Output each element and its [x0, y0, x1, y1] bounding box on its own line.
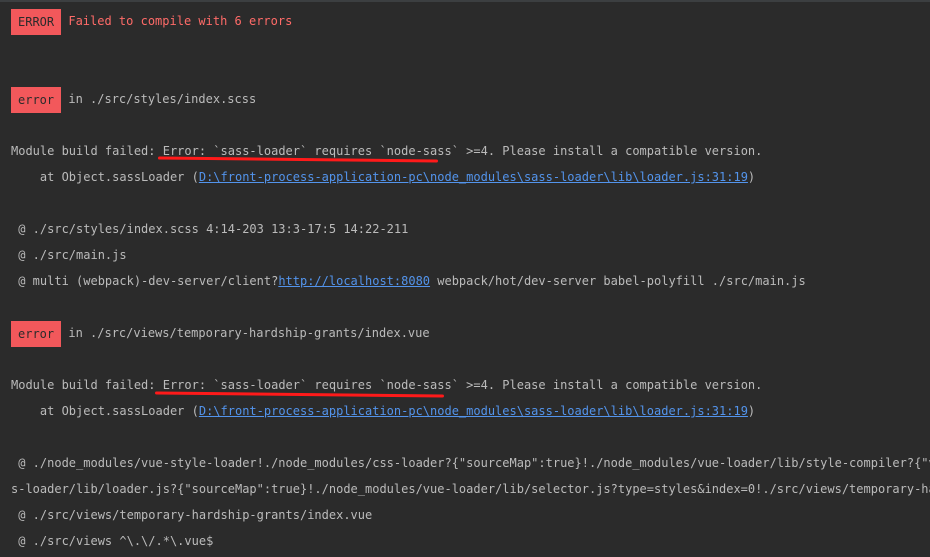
error-2-trace-3: @ ./src/views ^\.\/.*\.vue$ — [11, 534, 214, 548]
error-2-file-link[interactable]: D:\front-process-application-pc\node_mod… — [199, 404, 748, 418]
error-2-header: error in ./src/views/temporary-hardship-… — [11, 320, 430, 347]
error-1-stack-line: at Object.sassLoader (D:\front-process-a… — [11, 170, 756, 184]
error-2-stack-line: at Object.sassLoader (D:\front-process-a… — [11, 404, 756, 418]
error-2-trace-2: @ ./src/views/temporary-hardship-grants/… — [11, 508, 373, 522]
error-1-module-error: Error: `sass-loader` requires `node-sass… — [162, 144, 467, 158]
error-2-trace-1-wrap: s-loader/lib/loader.js?{"sourceMap":true… — [11, 482, 930, 496]
error-1-location: in ./src/styles/index.scss — [68, 92, 257, 106]
error-2-module-build-line: Module build failed: Error: `sass-loader… — [11, 378, 763, 392]
error-1-trace-2: @ ./src/main.js — [11, 248, 127, 262]
error-1-trace-1: @ ./src/styles/index.scss 4:14-203 13:3-… — [11, 222, 409, 236]
compile-error-header: ERROR Failed to compile with 6 errors — [11, 8, 293, 35]
error-1-badge: error — [11, 86, 62, 113]
compile-error-message: Failed to compile with 6 errors — [68, 14, 293, 28]
localhost-link[interactable]: http://localhost:8080 — [278, 274, 430, 288]
error-1-trace-3: @ multi (webpack)-dev-server/client?http… — [11, 274, 806, 288]
error-1-header: error in ./src/styles/index.scss — [11, 86, 257, 113]
panel-border — [0, 0, 930, 2]
error-2-location: in ./src/views/temporary-hardship-grants… — [68, 326, 430, 340]
error-1-file-link[interactable]: D:\front-process-application-pc\node_mod… — [199, 170, 748, 184]
error-2-trace-1: @ ./node_modules/vue-style-loader!./node… — [11, 456, 930, 470]
error-2-module-error: Error: `sass-loader` requires `node-sass… — [162, 378, 467, 392]
terminal-output: ERROR Failed to compile with 6 errors er… — [0, 0, 930, 557]
error-badge: ERROR — [11, 8, 62, 35]
error-2-badge: error — [11, 320, 62, 347]
error-1-module-build-line: Module build failed: Error: `sass-loader… — [11, 144, 763, 158]
